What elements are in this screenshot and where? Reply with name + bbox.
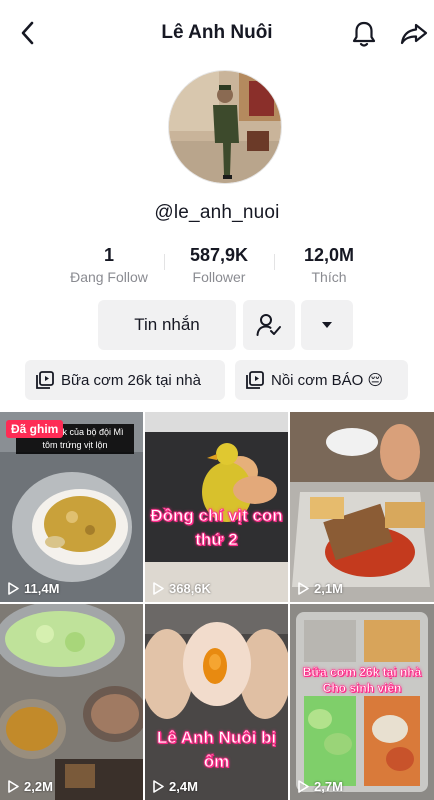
playlist-label: Nồi cơm BÁO 😔 [271, 372, 384, 389]
avatar[interactable] [168, 70, 282, 184]
video-caption: Bữa cơm 26k tại nhà Cho sinh viên [302, 665, 422, 696]
bell-icon [352, 21, 376, 47]
follower-label: Follower [192, 269, 246, 285]
play-icon [298, 582, 309, 595]
video-caption: Lê Anh Nuôi bị ốm [156, 728, 277, 772]
likes-label: Thích [311, 269, 347, 285]
video-caption: Đồng chí vịt con thứ 2 [150, 506, 283, 550]
playlist-icon [35, 370, 55, 390]
view-count: 368,6K [153, 581, 211, 596]
video-tile[interactable]: 2,1M [290, 412, 434, 602]
playlist-chip-1[interactable]: Bữa cơm 26k tại nhà [25, 360, 225, 400]
play-icon [8, 582, 19, 595]
user-check-icon [256, 314, 281, 336]
playlist-icon [245, 370, 265, 390]
more-dropdown-button[interactable] [301, 300, 353, 350]
following-label: Đang Follow [70, 269, 148, 285]
video-tile[interactable]: Lê Anh Nuôi bị ốm 2,4M [145, 604, 288, 800]
play-icon [8, 780, 19, 793]
view-count-text: 11,4M [24, 581, 60, 596]
playlist-label: Bữa cơm 26k tại nhà [61, 371, 201, 389]
play-icon [153, 582, 164, 595]
caret-down-icon [322, 322, 332, 328]
share-button[interactable] [398, 18, 430, 50]
view-count: 2,4M [153, 779, 198, 794]
follower-stat[interactable]: 587,9K Follower [164, 244, 274, 288]
video-grid: bữa ăn 3k của bộ đội Mì tôm trứng vịt lộ… [0, 412, 434, 800]
view-count: 11,4M [8, 581, 59, 596]
top-bar: Lê Anh Nuôi [0, 0, 434, 66]
likes-count: 12,0M [303, 245, 355, 265]
view-count: 2,2M [8, 779, 53, 794]
share-arrow-icon [400, 23, 428, 45]
username: @le_anh_nuoi [154, 202, 280, 223]
following-count: 1 [103, 245, 114, 265]
video-tile[interactable]: Bữa cơm 26k tại nhà Cho sinh viên 2,7M [290, 604, 434, 800]
play-icon [298, 780, 309, 793]
notification-button[interactable] [348, 18, 380, 50]
view-count-text: 2,7M [314, 779, 343, 794]
view-count: 2,7M [298, 779, 343, 794]
following-stat[interactable]: 1 Đang Follow [54, 244, 164, 288]
video-tile[interactable]: Đồng chí vịt con thứ 2 368,6K [145, 412, 288, 602]
message-button[interactable]: Tin nhắn [98, 300, 236, 350]
stats-row: 1 Đang Follow 587,9K Follower 12,0M Thíc… [54, 244, 384, 288]
likes-stat[interactable]: 12,0M Thích [274, 244, 384, 288]
pinned-badge: Đã ghim [6, 420, 64, 438]
playlist-chip-2[interactable]: Nồi cơm BÁO 😔 [235, 360, 408, 400]
view-count-text: 2,2M [24, 779, 53, 794]
following-button[interactable] [243, 300, 295, 350]
view-count-text: 2,4M [169, 779, 198, 794]
play-icon [153, 780, 164, 793]
view-count-text: 2,1M [314, 581, 343, 596]
follower-count: 587,9K [189, 245, 249, 265]
video-tile[interactable]: bữa ăn 3k của bộ đội Mì tôm trứng vịt lộ… [0, 412, 143, 602]
view-count: 2,1M [298, 581, 343, 596]
view-count-text: 368,6K [169, 581, 211, 596]
video-tile[interactable]: 2,2M [0, 604, 143, 800]
